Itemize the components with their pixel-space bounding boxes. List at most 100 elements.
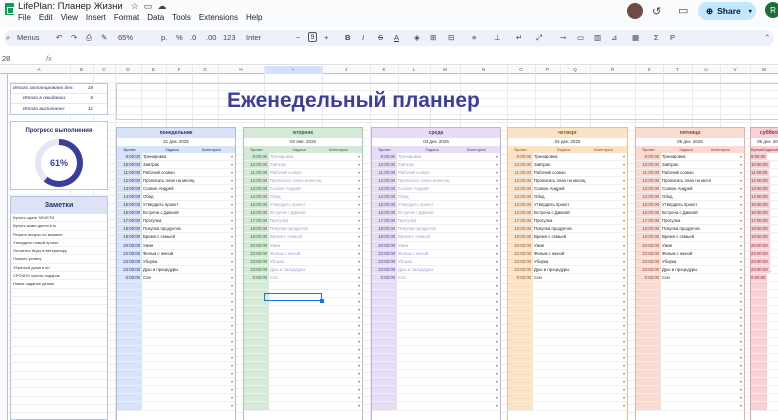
user-avatar[interactable]: R bbox=[765, 2, 778, 18]
event-category[interactable] bbox=[202, 201, 235, 209]
event-row[interactable]: 22:00:00Фильм с женой bbox=[244, 249, 362, 258]
event-row[interactable]: 13:00:00Созвон Андрей bbox=[244, 185, 362, 193]
note-empty-row[interactable] bbox=[11, 330, 107, 339]
event-category[interactable] bbox=[467, 330, 500, 338]
event-time[interactable]: 23:00:00 bbox=[751, 257, 770, 265]
event-row[interactable] bbox=[117, 394, 235, 402]
event-row[interactable] bbox=[508, 402, 627, 411]
event-category[interactable] bbox=[467, 201, 500, 209]
event-time[interactable]: 10:00:00 bbox=[244, 161, 269, 169]
event-task[interactable] bbox=[269, 330, 329, 337]
event-category[interactable] bbox=[467, 217, 500, 225]
event-row[interactable] bbox=[508, 378, 627, 386]
event-category[interactable] bbox=[768, 322, 778, 329]
event-time[interactable] bbox=[636, 354, 661, 362]
event-time[interactable] bbox=[508, 386, 533, 394]
event-row[interactable] bbox=[372, 338, 500, 346]
event-task[interactable]: Ужин bbox=[533, 242, 594, 249]
event-row[interactable] bbox=[636, 321, 744, 330]
event-category[interactable] bbox=[768, 330, 778, 337]
sheets-logo-icon[interactable] bbox=[5, 3, 14, 15]
event-time[interactable]: 10:00:00 bbox=[372, 161, 397, 169]
event-task[interactable] bbox=[661, 322, 711, 329]
event-time[interactable]: 0:00:00 bbox=[751, 273, 768, 281]
column-letter[interactable]: C bbox=[93, 66, 115, 74]
event-row[interactable] bbox=[508, 362, 627, 370]
event-row[interactable]: 0:00:00Сон bbox=[372, 273, 500, 282]
event-task[interactable]: Прописать план на месяц bbox=[533, 177, 594, 184]
event-task[interactable]: Уборка bbox=[661, 258, 711, 265]
event-task[interactable]: Завтрак bbox=[533, 161, 594, 168]
event-category[interactable] bbox=[594, 354, 627, 362]
event-category[interactable] bbox=[711, 153, 744, 161]
event-row[interactable] bbox=[244, 354, 362, 362]
event-task[interactable]: Завтрак bbox=[269, 161, 329, 168]
event-category[interactable] bbox=[329, 394, 362, 402]
event-time[interactable] bbox=[372, 313, 397, 321]
event-task[interactable] bbox=[533, 322, 594, 329]
event-task[interactable] bbox=[142, 330, 202, 337]
event-time[interactable] bbox=[117, 305, 142, 313]
event-time[interactable]: 13:00:00 bbox=[751, 185, 770, 193]
event-category[interactable] bbox=[202, 298, 235, 306]
menu-format[interactable]: Format bbox=[114, 13, 139, 22]
event-row[interactable]: 15:00:00Утвердить проект bbox=[636, 201, 744, 209]
event-row[interactable]: 23:00:00Уборка bbox=[372, 257, 500, 266]
event-task[interactable]: Время с семьей bbox=[533, 233, 594, 240]
event-time[interactable] bbox=[117, 289, 142, 297]
event-task[interactable] bbox=[661, 354, 711, 361]
event-category[interactable] bbox=[467, 346, 500, 354]
event-category[interactable] bbox=[594, 193, 627, 201]
event-row[interactable]: 13:00:00Созвон Андрей bbox=[636, 185, 744, 193]
event-row[interactable] bbox=[117, 354, 235, 362]
event-category[interactable] bbox=[768, 290, 778, 297]
event-task[interactable] bbox=[661, 346, 711, 353]
event-task[interactable]: Тренировка bbox=[397, 153, 467, 160]
event-time[interactable]: 23:00:00 bbox=[244, 265, 269, 273]
event-time[interactable]: 13:00:00 bbox=[117, 185, 142, 193]
event-row[interactable] bbox=[751, 321, 778, 331]
event-row[interactable]: 9:00:00Тренировка bbox=[117, 153, 235, 161]
event-task[interactable]: Прогулка bbox=[661, 217, 711, 224]
event-category[interactable] bbox=[202, 402, 235, 410]
font-size-input[interactable]: 9 bbox=[308, 32, 317, 42]
event-category[interactable] bbox=[711, 338, 744, 346]
event-task[interactable]: Обед bbox=[397, 193, 467, 200]
event-category[interactable] bbox=[771, 242, 778, 249]
event-time[interactable] bbox=[508, 370, 533, 378]
event-task[interactable]: Фильм с женой bbox=[661, 250, 711, 257]
event-category[interactable] bbox=[711, 217, 744, 225]
event-task[interactable] bbox=[269, 370, 329, 377]
event-row[interactable] bbox=[244, 370, 362, 378]
event-row[interactable] bbox=[508, 394, 627, 402]
event-row[interactable]: 14:00:00Обед bbox=[244, 193, 362, 201]
event-time[interactable] bbox=[244, 402, 269, 410]
event-time[interactable]: 18:00:00 bbox=[508, 225, 533, 233]
event-row[interactable] bbox=[751, 297, 778, 306]
event-row[interactable] bbox=[117, 338, 235, 346]
event-task[interactable] bbox=[397, 314, 467, 321]
text-wrap-icon[interactable]: ↵ bbox=[516, 33, 522, 42]
event-time[interactable]: 15:00:00 bbox=[117, 201, 142, 209]
event-task[interactable]: Время с семьей bbox=[397, 233, 467, 240]
event-category[interactable] bbox=[329, 378, 362, 386]
event-row[interactable] bbox=[244, 338, 362, 346]
note-empty-row[interactable] bbox=[11, 314, 107, 322]
event-row[interactable]: 9:00:00Тренировка bbox=[244, 153, 362, 161]
event-time[interactable] bbox=[372, 330, 397, 338]
event-time[interactable] bbox=[636, 386, 661, 394]
event-task[interactable] bbox=[269, 314, 329, 321]
event-time[interactable]: 17:00:00 bbox=[636, 217, 661, 225]
event-time[interactable] bbox=[636, 394, 661, 402]
event-row[interactable] bbox=[636, 402, 744, 411]
event-task[interactable]: Покупка продуктов bbox=[397, 225, 467, 232]
event-category[interactable] bbox=[202, 314, 235, 322]
event-time[interactable] bbox=[508, 297, 533, 305]
event-category[interactable] bbox=[768, 282, 778, 289]
event-task[interactable] bbox=[269, 386, 329, 393]
event-time[interactable] bbox=[751, 370, 768, 378]
event-task[interactable]: Покупка продуктов bbox=[269, 225, 329, 232]
event-row[interactable]: 19:00:00Время с семьей bbox=[751, 233, 778, 242]
event-task[interactable] bbox=[397, 338, 467, 345]
event-time[interactable] bbox=[508, 330, 533, 338]
